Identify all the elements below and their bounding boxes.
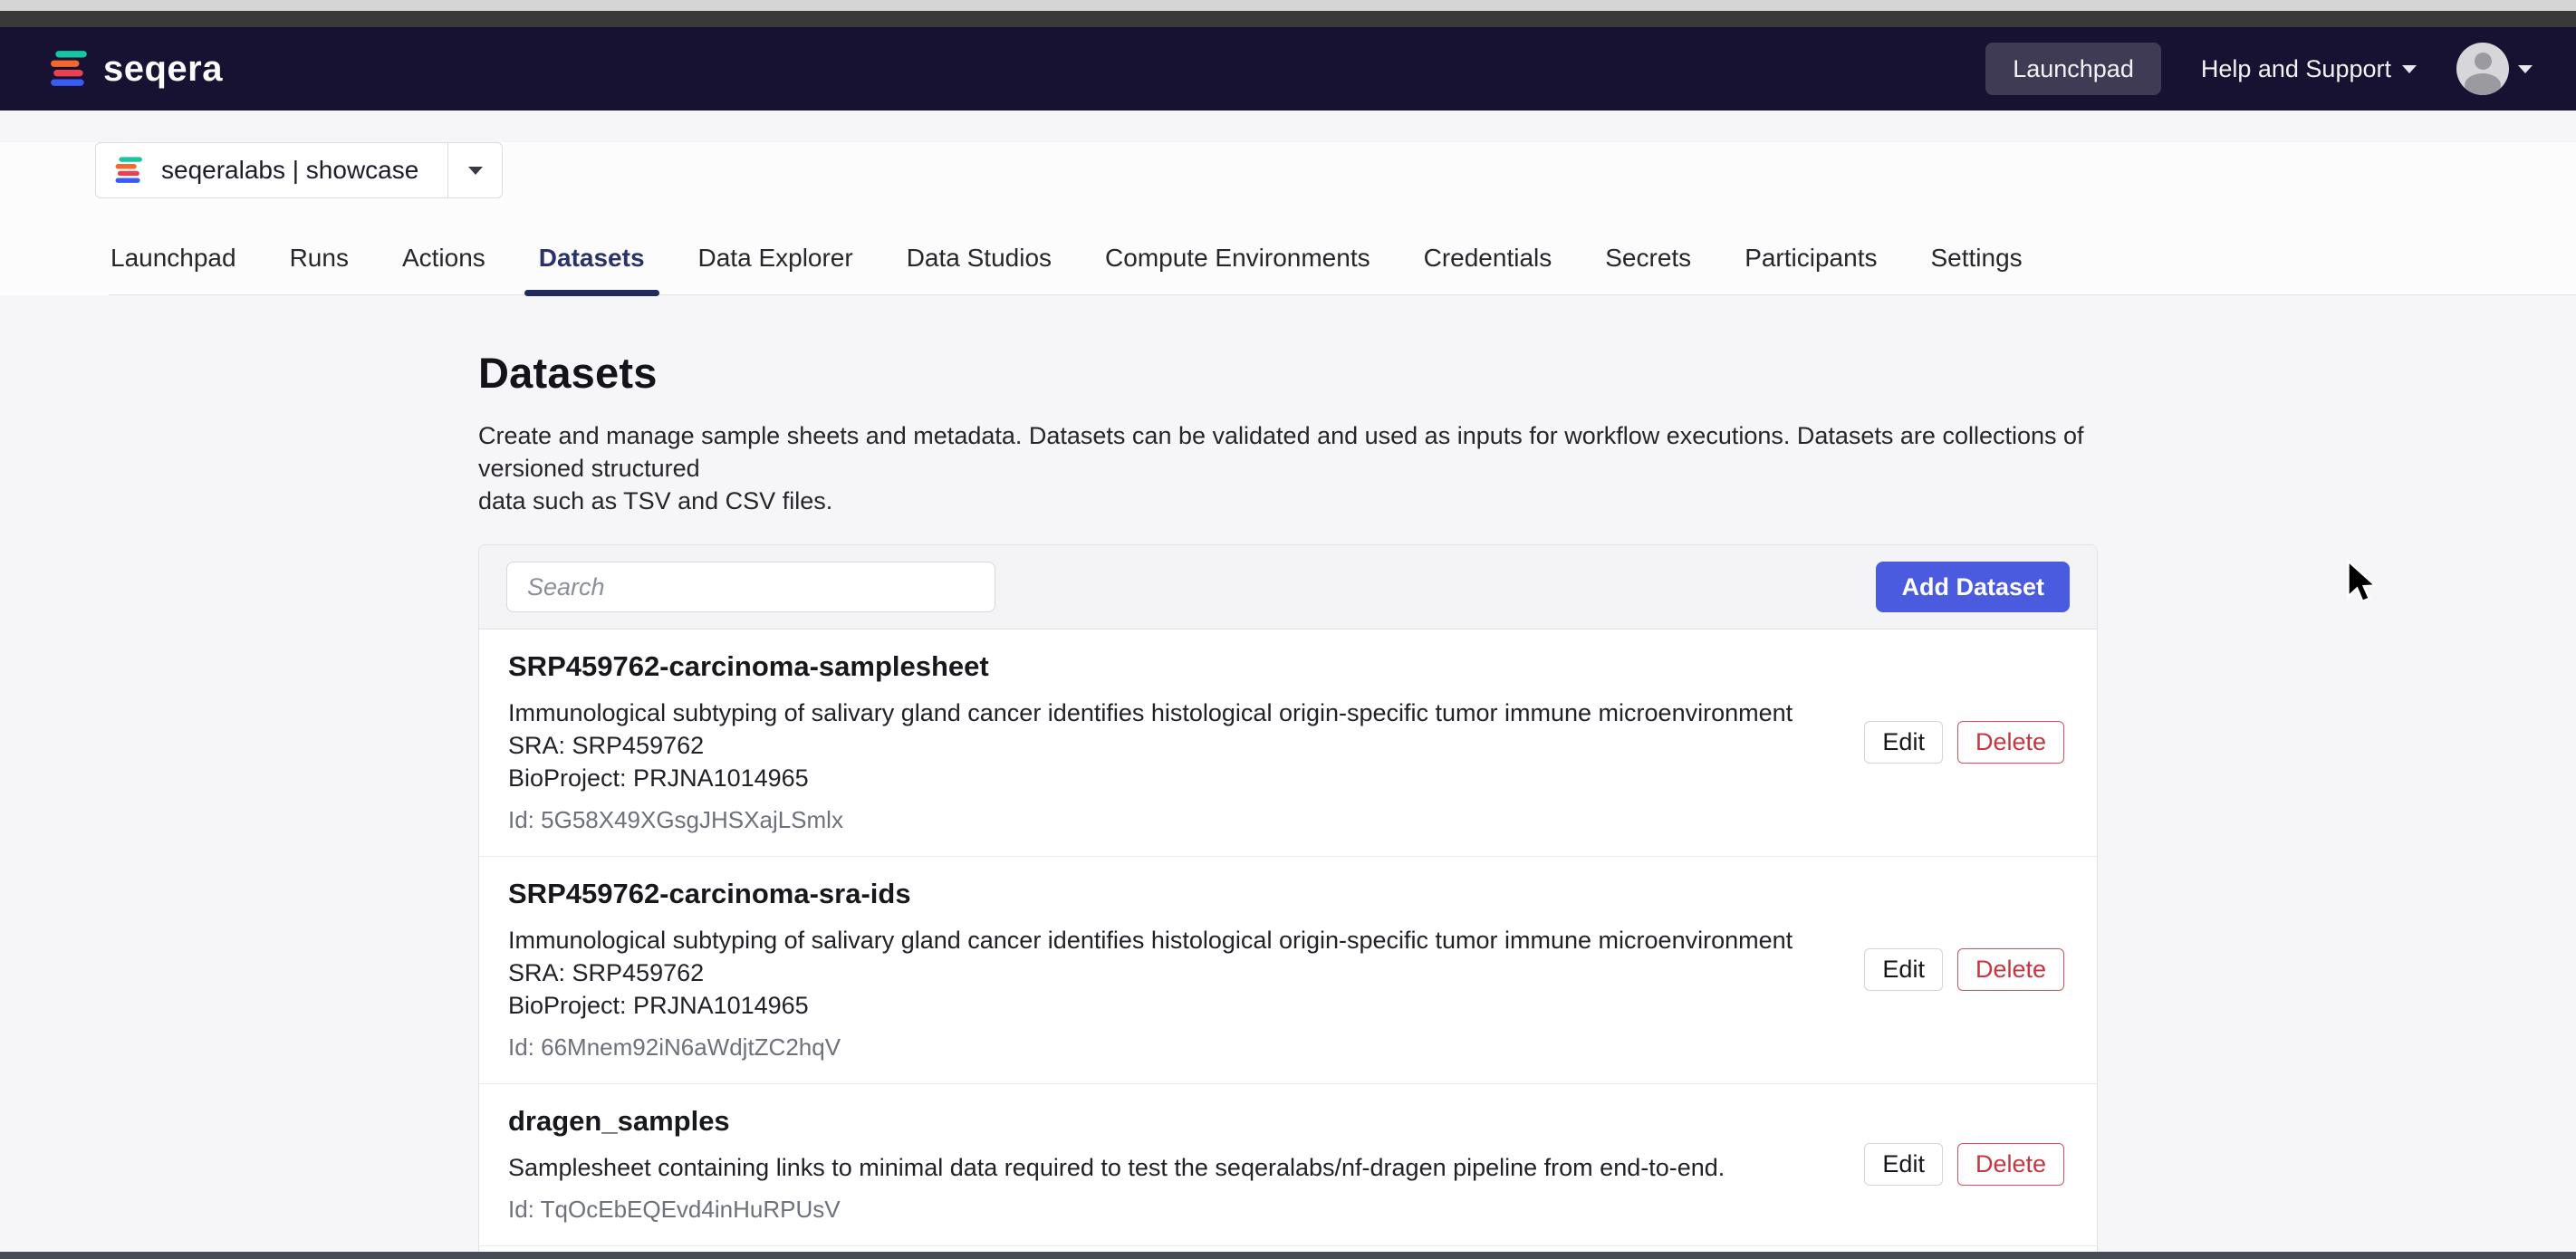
tab-datasets[interactable]: Datasets bbox=[524, 244, 659, 296]
dataset-name: SRP459762-carcinoma-sra-ids bbox=[508, 878, 911, 909]
chevron-down-icon bbox=[467, 166, 483, 175]
edit-button[interactable]: Edit bbox=[1864, 720, 1943, 764]
user-menu[interactable] bbox=[2456, 43, 2533, 95]
datasets-panel: Add Dataset SRP459762-carcinoma-samplesh… bbox=[478, 544, 2098, 1259]
help-and-support-menu[interactable]: Help and Support bbox=[2201, 55, 2417, 83]
browser-chrome-strip bbox=[0, 0, 2576, 11]
dataset-id: Id: TqOcEbEQEvd4inHuRPUsV bbox=[508, 1196, 841, 1223]
delete-button[interactable]: Delete bbox=[1956, 947, 2064, 991]
dataset-description: Immunological subtyping of salivary glan… bbox=[508, 927, 1793, 1019]
launchpad-button[interactable]: Launchpad bbox=[1985, 43, 2161, 95]
edit-button[interactable]: Edit bbox=[1864, 947, 1943, 991]
delete-button[interactable]: Delete bbox=[1956, 1142, 2064, 1186]
screen: seqera Launchpad Help and Support seqera… bbox=[0, 0, 2576, 1259]
search-input[interactable] bbox=[506, 562, 995, 612]
chevron-down-icon bbox=[2402, 64, 2417, 73]
dataset-description: Immunological subtyping of salivary glan… bbox=[508, 699, 1793, 792]
dataset-row: dragen_samples Samplesheet containing li… bbox=[479, 1083, 2097, 1245]
dataset-name: SRP459762-carcinoma-samplesheet bbox=[508, 650, 989, 682]
user-icon bbox=[2475, 53, 2492, 70]
tab-data-explorer[interactable]: Data Explorer bbox=[697, 244, 855, 294]
tab-participants[interactable]: Participants bbox=[1743, 244, 1879, 294]
tab-actions[interactable]: Actions bbox=[400, 244, 487, 294]
datasets-toolbar: Add Dataset bbox=[479, 545, 2097, 630]
dataset-row: SRP459762-carcinoma-sra-ids Immunologica… bbox=[479, 856, 2097, 1083]
page-description: Create and manage sample sheets and meta… bbox=[478, 422, 2084, 514]
delete-button[interactable]: Delete bbox=[1956, 720, 2064, 764]
seqera-logo[interactable]: seqera bbox=[49, 48, 223, 90]
dataset-name: dragen_samples bbox=[508, 1105, 730, 1137]
dataset-description: Samplesheet containing links to minimal … bbox=[508, 1154, 1725, 1181]
workspace-dropdown-toggle[interactable] bbox=[447, 143, 502, 197]
tab-secrets[interactable]: Secrets bbox=[1603, 244, 1693, 294]
browser-chrome-strip-bottom bbox=[0, 1252, 2576, 1259]
tab-credentials[interactable]: Credentials bbox=[1422, 244, 1554, 294]
tab-compute-environments[interactable]: Compute Environments bbox=[1103, 244, 1372, 294]
workspace-header: seqeralabs | showcase Launchpad Runs Act… bbox=[0, 142, 2576, 296]
dataset-id: Id: 66Mnem92iN6aWdjtZC2hqV bbox=[508, 1033, 841, 1061]
edit-button[interactable]: Edit bbox=[1864, 1142, 1943, 1186]
help-and-support-label: Help and Support bbox=[2200, 54, 2391, 82]
main-area: Datasets Create and manage sample sheets… bbox=[0, 295, 2576, 1259]
add-dataset-button[interactable]: Add Dataset bbox=[1876, 562, 2070, 612]
tab-data-studios[interactable]: Data Studios bbox=[905, 244, 1053, 294]
seqera-logo-icon bbox=[51, 51, 87, 86]
tab-launchpad[interactable]: Launchpad bbox=[109, 244, 238, 294]
workspace-logo-icon bbox=[115, 157, 142, 183]
dataset-id: Id: 5G58X49XGsgJHSXajLSmlx bbox=[508, 806, 843, 833]
workspace-tabs: Launchpad Runs Actions Datasets Data Exp… bbox=[109, 244, 2576, 296]
chevron-down-icon bbox=[2518, 64, 2533, 73]
tab-runs[interactable]: Runs bbox=[288, 244, 351, 294]
browser-chrome-strip-dark bbox=[0, 11, 2576, 27]
workspace-selector[interactable]: seqeralabs | showcase bbox=[95, 142, 503, 198]
top-navbar: seqera Launchpad Help and Support bbox=[0, 27, 2576, 111]
page-title: Datasets bbox=[478, 349, 658, 397]
brand-text: seqera bbox=[103, 48, 223, 89]
workspace-label: seqeralabs | showcase bbox=[161, 156, 419, 184]
tab-settings[interactable]: Settings bbox=[1928, 244, 2023, 294]
dataset-row: SRP459762-carcinoma-samplesheet Immunolo… bbox=[479, 630, 2097, 856]
avatar bbox=[2456, 43, 2509, 95]
